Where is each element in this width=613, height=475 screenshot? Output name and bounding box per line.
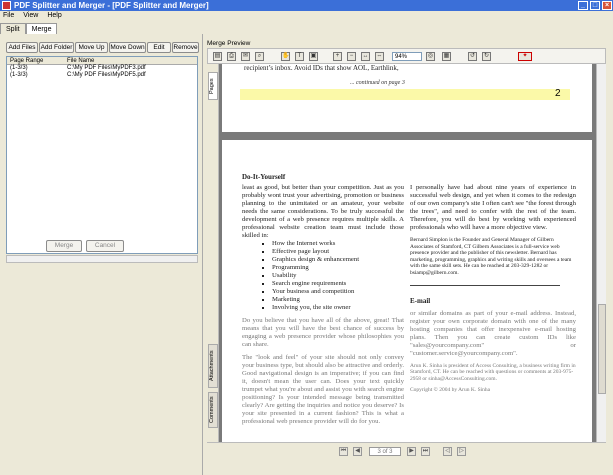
preview-label: Merge Preview [207,40,251,47]
column-page-range[interactable]: Page Range [7,57,65,65]
file-list-header: Page Range File Name [7,57,197,65]
rotate-right-icon[interactable]: ↻ [482,52,491,61]
file-list[interactable]: Page Range File Name (1-3/3) C:\My PDF Fil… [6,56,198,254]
list-item: Involving you, the site owner [272,304,404,312]
fit-page-icon[interactable]: ↔ [361,52,370,61]
maximize-icon[interactable]: □ [590,1,600,10]
zoom-icon[interactable]: ◎ [426,52,435,61]
author-bio: Arun K. Sinha is president of Access Con… [410,362,576,382]
author-bio: Bernard Simplon is the Founder and Gener… [410,237,572,276]
tab-merge[interactable]: Merge [25,23,58,34]
copyright: Copyright © 2004 by Arun K. Sinha [410,387,491,394]
menu-bar: File View Help [0,11,613,21]
highlight-bar [240,89,570,100]
next-page-icon[interactable]: ▶ [407,447,416,456]
paragraph: or similar domains as part of your e-mai… [410,309,576,357]
paragraph: least as good, but better than your comp… [242,184,404,239]
tab-split[interactable]: Split [0,23,26,34]
preview-page-2: Do-It-Yourself least as good, but better… [222,140,592,442]
file-name-cell: C:\My PDF Files\MyPDF5.pdf [67,72,146,78]
email-heading: E-mail [410,296,431,305]
list-item: Your business and competition [272,288,404,296]
first-page-icon[interactable]: ⏮ [339,447,348,456]
list-item: Effective page layout [272,248,404,256]
app-icon [2,1,11,10]
save-icon[interactable]: ▤ [213,52,222,61]
list-item: Marketing [272,296,404,304]
move-down-button[interactable]: Move Down [109,42,146,53]
move-up-button[interactable]: Move Up [75,42,108,53]
continued-note: ... continued on page 3 [350,80,405,86]
add-folder-button[interactable]: Add Folder [39,42,74,53]
column-file-name[interactable]: File Name [65,57,94,65]
bullet-list: How the Internet works Effective page la… [272,240,404,312]
tab-pages[interactable]: Pages [208,72,218,100]
minimize-icon[interactable]: _ [578,1,588,10]
tab-attachments[interactable]: Attachments [208,344,218,388]
email-icon[interactable]: ✉ [241,52,250,61]
close-icon[interactable]: × [602,1,612,10]
add-files-button[interactable]: Add Files [6,42,38,53]
window-title: PDF Splitter and Merger - [PDF Splitter … [14,1,209,10]
remove-button[interactable]: Remove [172,42,199,53]
menu-view[interactable]: View [23,12,38,19]
zoom-out-icon[interactable]: − [347,52,356,61]
scroll-thumb[interactable] [598,304,606,394]
app-window: PDF Splitter and Merger - [PDF Splitter … [0,0,613,475]
zoom-in-icon[interactable]: + [333,52,342,61]
list-item[interactable]: (1-3/3) C:\My PDF Files\MyPDF5.pdf [7,72,197,79]
edit-button[interactable]: Edit [147,42,171,53]
hand-tool-icon[interactable]: ✋ [281,52,290,61]
brand-logo-icon: ✦ [518,52,532,61]
page-range-cell: (1-3/3) [10,65,28,71]
previous-page-icon[interactable]: ◀ [353,447,362,456]
left-column: least as good, but better than your comp… [242,184,404,442]
search-icon[interactable]: ⌕ [255,52,264,61]
page-number: 2 [555,88,561,99]
snapshot-icon[interactable]: ▣ [309,52,318,61]
mode-tabs: Split Merge [0,23,58,34]
fit-width-icon[interactable]: ⇔ [375,52,384,61]
rotate-left-icon[interactable]: ↺ [468,52,477,61]
menu-file[interactable]: File [3,12,14,19]
forward-icon[interactable]: ▷ [457,447,466,456]
navigation-bar: ⏮ ◀ 3 of 3 ▶ ⏭ ◁ ▷ [207,442,606,460]
zoom-select[interactable]: 94% [392,52,422,61]
paragraph: The "look and feel" of your site should … [242,354,404,425]
last-page-icon[interactable]: ⏭ [421,447,430,456]
vertical-scrollbar[interactable] [596,64,606,442]
merge-panel: Add Files Add Folder Move Up Move Down E… [0,34,203,475]
list-item: Graphics design & enhancement [272,256,404,264]
section-heading: Do-It-Yourself [242,173,286,181]
file-name-cell: C:\My PDF Files\MyPDF3.pdf [67,65,146,71]
page-indicator[interactable]: 3 of 3 [369,447,401,456]
cancel-button[interactable]: Cancel [86,240,124,252]
page-range-cell: (1-3/3) [10,72,28,78]
menu-help[interactable]: Help [47,12,61,19]
horizontal-scrollbar[interactable] [6,255,198,263]
back-icon[interactable]: ◁ [443,447,452,456]
preview-page-1: recipient’s inbox. Avoid IDs that show A… [222,64,592,132]
paragraph: Do you believe that you have all of the … [242,317,404,348]
list-item: Usability [272,272,404,280]
merge-button[interactable]: Merge [46,240,82,252]
title-bar: PDF Splitter and Merger - [PDF Splitter … [0,0,613,11]
list-item: How the Internet works [272,240,404,248]
page-1-text: recipient’s inbox. Avoid IDs that show A… [244,64,399,72]
tab-comments[interactable]: Comments [208,392,218,428]
list-item[interactable]: (1-3/3) C:\My PDF Files\MyPDF3.pdf [7,65,197,72]
paragraph: I personally have had about nine years o… [410,184,576,231]
right-column: I personally have had about nine years o… [410,184,576,442]
list-item: Search engine requirements [272,280,404,288]
list-item: Programming [272,264,404,272]
divider [410,284,560,286]
document-viewer[interactable]: recipient’s inbox. Avoid IDs that show A… [219,64,596,442]
page-layout-icon[interactable]: ▦ [442,52,451,61]
select-text-icon[interactable]: T [295,52,304,61]
side-tabs: Pages Attachments Comments [207,64,219,453]
print-icon[interactable]: ⎙ [227,52,236,61]
